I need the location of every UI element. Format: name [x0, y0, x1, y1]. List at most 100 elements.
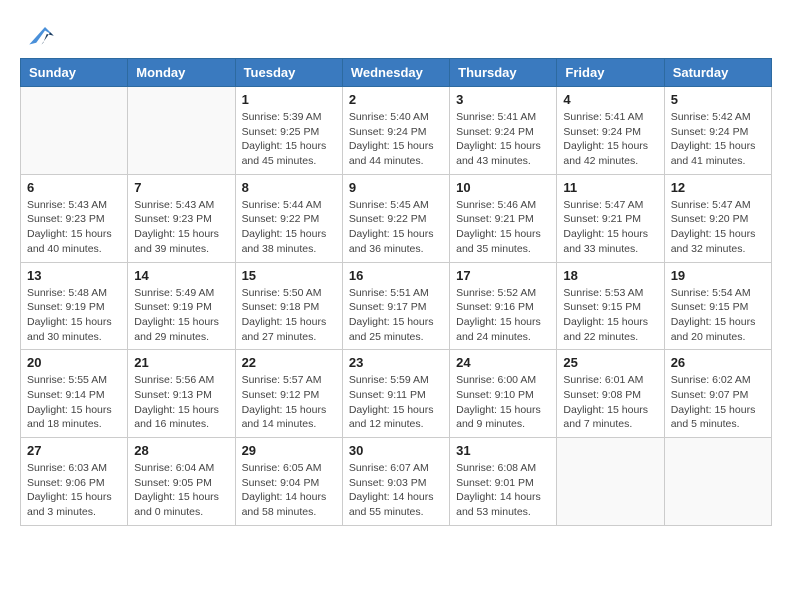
- weekday-header: Wednesday: [342, 59, 449, 87]
- calendar-week-row: 13Sunrise: 5:48 AM Sunset: 9:19 PM Dayli…: [21, 262, 772, 350]
- day-number: 3: [456, 92, 550, 107]
- day-info: Sunrise: 5:56 AM Sunset: 9:13 PM Dayligh…: [134, 373, 228, 432]
- day-info: Sunrise: 5:54 AM Sunset: 9:15 PM Dayligh…: [671, 286, 765, 345]
- day-number: 30: [349, 443, 443, 458]
- day-number: 25: [563, 355, 657, 370]
- weekday-header: Monday: [128, 59, 235, 87]
- day-number: 28: [134, 443, 228, 458]
- calendar-cell: 7 Sunrise: 5:43 AM Sunset: 9:23 PM Daylig…: [128, 174, 235, 262]
- day-info: Sunrise: 5:55 AM Sunset: 9:14 PM Dayligh…: [27, 373, 121, 432]
- day-info: Sunrise: 5:47 AM Sunset: 9:20 PM Dayligh…: [671, 198, 765, 257]
- logo-icon: [20, 20, 56, 48]
- day-info: Sunrise: 6:07 AM Sunset: 9:03 PM Dayligh…: [349, 461, 443, 520]
- calendar-cell: 22Sunrise: 5:57 AM Sunset: 9:12 PM Dayli…: [235, 350, 342, 438]
- calendar-cell: [664, 438, 771, 526]
- day-number: 13: [27, 268, 121, 283]
- calendar-cell: 23 Sunrise: 5:59 AM Sunset: 9:11 PM Dayli…: [342, 350, 449, 438]
- calendar-cell: 13Sunrise: 5:48 AM Sunset: 9:19 PM Dayli…: [21, 262, 128, 350]
- day-number: 8: [242, 180, 336, 195]
- day-info: Sunrise: 6:05 AM Sunset: 9:04 PM Dayligh…: [242, 461, 336, 520]
- day-info: Sunrise: 5:50 AM Sunset: 9:18 PM Dayligh…: [242, 286, 336, 345]
- calendar-table: SundayMondayTuesdayWednesdayThursdayFrid…: [20, 58, 772, 526]
- calendar-week-row: 1 Sunrise: 5:39 AM Sunset: 9:25 PM Daylig…: [21, 87, 772, 175]
- day-info: Sunrise: 6:00 AM Sunset: 9:10 PM Dayligh…: [456, 373, 550, 432]
- calendar-cell: 2 Sunrise: 5:40 AM Sunset: 9:24 PM Daylig…: [342, 87, 449, 175]
- day-info: Sunrise: 5:42 AM Sunset: 9:24 PM Dayligh…: [671, 110, 765, 169]
- day-number: 24: [456, 355, 550, 370]
- day-info: Sunrise: 6:04 AM Sunset: 9:05 PM Dayligh…: [134, 461, 228, 520]
- calendar-cell: 15 Sunrise: 5:50 AM Sunset: 9:18 PM Dayli…: [235, 262, 342, 350]
- calendar-cell: 14 Sunrise: 5:49 AM Sunset: 9:19 PM Dayli…: [128, 262, 235, 350]
- day-info: Sunrise: 5:49 AM Sunset: 9:19 PM Dayligh…: [134, 286, 228, 345]
- day-info: Sunrise: 5:39 AM Sunset: 9:25 PM Dayligh…: [242, 110, 336, 169]
- day-number: 14: [134, 268, 228, 283]
- day-info: Sunrise: 5:45 AM Sunset: 9:22 PM Dayligh…: [349, 198, 443, 257]
- calendar-week-row: 27 Sunrise: 6:03 AM Sunset: 9:06 PM Dayli…: [21, 438, 772, 526]
- calendar-cell: 8 Sunrise: 5:44 AM Sunset: 9:22 PM Daylig…: [235, 174, 342, 262]
- calendar-cell: [128, 87, 235, 175]
- calendar-cell: 11 Sunrise: 5:47 AM Sunset: 9:21 PM Dayli…: [557, 174, 664, 262]
- calendar-week-row: 20 Sunrise: 5:55 AM Sunset: 9:14 PM Dayli…: [21, 350, 772, 438]
- calendar-cell: 27 Sunrise: 6:03 AM Sunset: 9:06 PM Dayli…: [21, 438, 128, 526]
- calendar-cell: 25 Sunrise: 6:01 AM Sunset: 9:08 PM Dayli…: [557, 350, 664, 438]
- day-number: 7: [134, 180, 228, 195]
- day-number: 5: [671, 92, 765, 107]
- day-number: 12: [671, 180, 765, 195]
- day-number: 27: [27, 443, 121, 458]
- calendar-cell: 4 Sunrise: 5:41 AM Sunset: 9:24 PM Daylig…: [557, 87, 664, 175]
- day-info: Sunrise: 5:44 AM Sunset: 9:22 PM Dayligh…: [242, 198, 336, 257]
- day-number: 4: [563, 92, 657, 107]
- day-number: 21: [134, 355, 228, 370]
- calendar-cell: [21, 87, 128, 175]
- calendar-cell: 30 Sunrise: 6:07 AM Sunset: 9:03 PM Dayli…: [342, 438, 449, 526]
- calendar-cell: 9 Sunrise: 5:45 AM Sunset: 9:22 PM Daylig…: [342, 174, 449, 262]
- day-info: Sunrise: 5:41 AM Sunset: 9:24 PM Dayligh…: [563, 110, 657, 169]
- day-info: Sunrise: 5:43 AM Sunset: 9:23 PM Dayligh…: [27, 198, 121, 257]
- day-info: Sunrise: 6:01 AM Sunset: 9:08 PM Dayligh…: [563, 373, 657, 432]
- calendar-cell: 16Sunrise: 5:51 AM Sunset: 9:17 PM Dayli…: [342, 262, 449, 350]
- day-number: 19: [671, 268, 765, 283]
- calendar-cell: 26 Sunrise: 6:02 AM Sunset: 9:07 PM Dayli…: [664, 350, 771, 438]
- day-number: 11: [563, 180, 657, 195]
- day-number: 26: [671, 355, 765, 370]
- weekday-header: Sunday: [21, 59, 128, 87]
- day-number: 1: [242, 92, 336, 107]
- day-info: Sunrise: 5:52 AM Sunset: 9:16 PM Dayligh…: [456, 286, 550, 345]
- day-number: 2: [349, 92, 443, 107]
- day-number: 20: [27, 355, 121, 370]
- day-number: 6: [27, 180, 121, 195]
- day-info: Sunrise: 5:51 AM Sunset: 9:17 PM Dayligh…: [349, 286, 443, 345]
- day-info: Sunrise: 6:03 AM Sunset: 9:06 PM Dayligh…: [27, 461, 121, 520]
- weekday-header: Tuesday: [235, 59, 342, 87]
- day-number: 31: [456, 443, 550, 458]
- day-info: Sunrise: 5:59 AM Sunset: 9:11 PM Dayligh…: [349, 373, 443, 432]
- calendar-week-row: 6 Sunrise: 5:43 AM Sunset: 9:23 PM Daylig…: [21, 174, 772, 262]
- day-info: Sunrise: 5:40 AM Sunset: 9:24 PM Dayligh…: [349, 110, 443, 169]
- day-info: Sunrise: 6:08 AM Sunset: 9:01 PM Dayligh…: [456, 461, 550, 520]
- day-number: 23: [349, 355, 443, 370]
- calendar-cell: 21 Sunrise: 5:56 AM Sunset: 9:13 PM Dayli…: [128, 350, 235, 438]
- calendar-cell: 31 Sunrise: 6:08 AM Sunset: 9:01 PM Dayli…: [450, 438, 557, 526]
- day-info: Sunrise: 5:47 AM Sunset: 9:21 PM Dayligh…: [563, 198, 657, 257]
- calendar-cell: 24 Sunrise: 6:00 AM Sunset: 9:10 PM Dayli…: [450, 350, 557, 438]
- calendar-cell: [557, 438, 664, 526]
- calendar-header-row: SundayMondayTuesdayWednesdayThursdayFrid…: [21, 59, 772, 87]
- weekday-header: Thursday: [450, 59, 557, 87]
- day-info: Sunrise: 5:43 AM Sunset: 9:23 PM Dayligh…: [134, 198, 228, 257]
- day-number: 15: [242, 268, 336, 283]
- day-info: Sunrise: 6:02 AM Sunset: 9:07 PM Dayligh…: [671, 373, 765, 432]
- calendar-cell: 20 Sunrise: 5:55 AM Sunset: 9:14 PM Dayli…: [21, 350, 128, 438]
- calendar-cell: 12 Sunrise: 5:47 AM Sunset: 9:20 PM Dayli…: [664, 174, 771, 262]
- page-header: [20, 20, 772, 48]
- calendar-cell: 10Sunrise: 5:46 AM Sunset: 9:21 PM Dayli…: [450, 174, 557, 262]
- day-number: 17: [456, 268, 550, 283]
- day-number: 10: [456, 180, 550, 195]
- day-number: 29: [242, 443, 336, 458]
- day-info: Sunrise: 5:57 AM Sunset: 9:12 PM Dayligh…: [242, 373, 336, 432]
- calendar-cell: 6 Sunrise: 5:43 AM Sunset: 9:23 PM Daylig…: [21, 174, 128, 262]
- calendar-cell: 18Sunrise: 5:53 AM Sunset: 9:15 PM Dayli…: [557, 262, 664, 350]
- weekday-header: Friday: [557, 59, 664, 87]
- day-number: 9: [349, 180, 443, 195]
- calendar-cell: 1 Sunrise: 5:39 AM Sunset: 9:25 PM Daylig…: [235, 87, 342, 175]
- day-number: 18: [563, 268, 657, 283]
